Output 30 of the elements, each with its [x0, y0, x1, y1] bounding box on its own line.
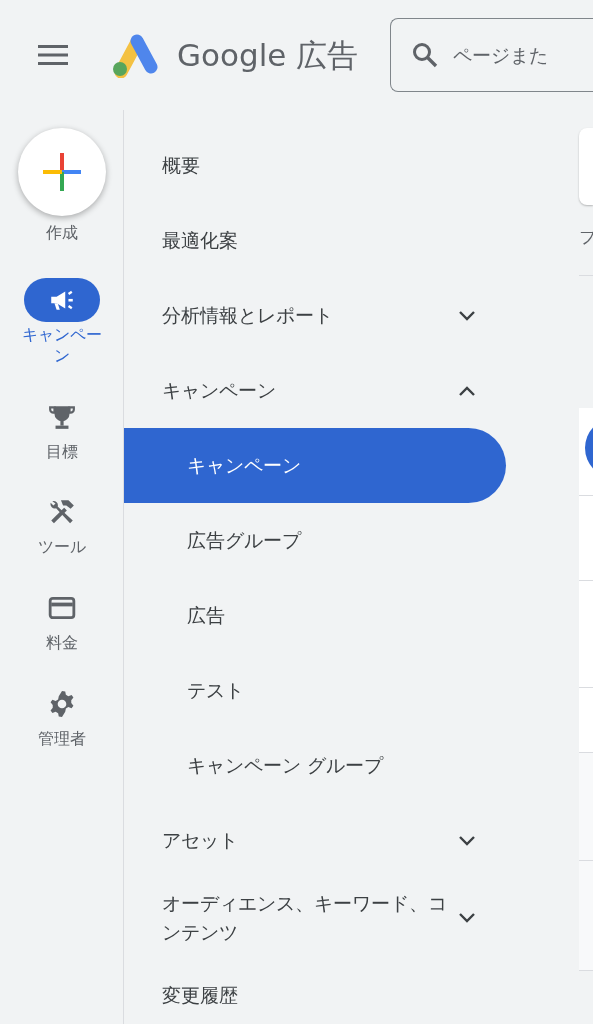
menu-icon[interactable] [38, 43, 68, 67]
rail-item[interactable]: キャンペーン [17, 277, 106, 367]
chevron-down-icon [458, 912, 476, 924]
create-button[interactable] [17, 128, 106, 216]
logo-icon [111, 32, 159, 78]
rail-item[interactable]: 管理者 [17, 681, 106, 750]
nav-item[interactable]: キャンペーン [124, 428, 506, 503]
nav-item[interactable]: 変更履歴 [124, 958, 506, 1024]
nav-item[interactable]: 最適化案 [124, 203, 506, 278]
caption-text: フ [579, 226, 593, 249]
rail-item[interactable]: 目標 [17, 394, 106, 463]
nav-item[interactable]: キャンペーン グループ [124, 728, 506, 803]
rail-item[interactable]: ツール [17, 490, 106, 558]
nav-item[interactable]: 分析情報とレポート [124, 278, 506, 353]
nav-item[interactable]: 広告グループ [124, 503, 506, 578]
chevron-down-icon [458, 309, 476, 322]
create-label: 作成 [44, 222, 79, 244]
nav-item[interactable]: アセット [124, 803, 506, 878]
nav-item[interactable]: 概要 [124, 128, 506, 203]
plus-icon [42, 153, 81, 191]
nav-item[interactable]: オーディエンス、キーワード、コンテンツ [124, 878, 506, 958]
chevron-down-icon [458, 834, 476, 847]
nav-item[interactable]: キャンペーン [124, 353, 506, 428]
rail-item[interactable]: 料金 [17, 585, 106, 654]
logo-text: Google 広告 [177, 35, 359, 75]
chevron-up-icon [458, 384, 476, 397]
search-field[interactable]: ページまた [390, 18, 593, 92]
nav-item[interactable]: 広告 [124, 578, 506, 653]
search-icon [412, 42, 439, 68]
nav-item[interactable]: テスト [124, 653, 506, 728]
